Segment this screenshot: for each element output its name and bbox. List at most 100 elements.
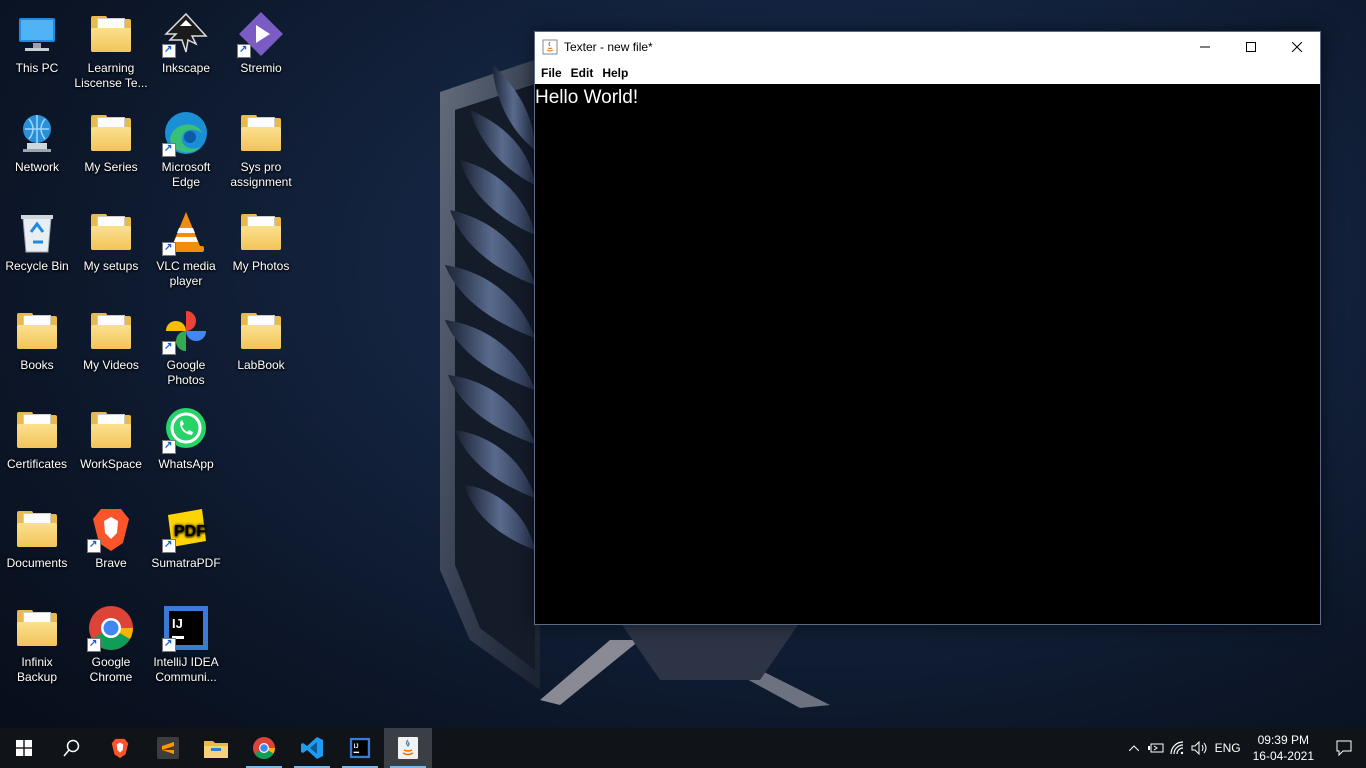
start-icon (16, 740, 32, 756)
svg-text:IJ: IJ (354, 744, 359, 750)
editor-content[interactable]: Hello World! (535, 84, 1320, 109)
sumatrapdf-icon: PDF (162, 505, 210, 553)
desktop-icon-microsoft-edge[interactable]: Microsoft Edge (149, 103, 223, 197)
menu-edit[interactable]: Edit (567, 66, 599, 80)
texter-window[interactable]: Texter - new file* File Edit Help Hello … (534, 31, 1321, 625)
desktop-icon-recycle-bin[interactable]: Recycle Bin (0, 202, 74, 296)
shortcut-arrow-icon (162, 141, 176, 157)
folder-icon (87, 109, 135, 157)
desktop-icon-my-photos[interactable]: My Photos (224, 202, 298, 296)
chrome-icon (253, 737, 275, 759)
start-button[interactable] (0, 728, 48, 768)
menu-bar: File Edit Help (535, 61, 1320, 84)
desktop-icon-label: Google Photos (166, 358, 206, 387)
window-controls (1182, 32, 1320, 61)
taskbar-vscode[interactable] (288, 728, 336, 768)
taskbar-brave[interactable] (96, 728, 144, 768)
desktop-icon-label: WhatsApp (158, 457, 214, 471)
taskbar: IJ ENG 09:39 PM 16-04-2021 (0, 728, 1366, 768)
desktop-icon-network[interactable]: Network (0, 103, 74, 197)
desktop-icon-label: Microsoft Edge (161, 160, 211, 189)
desktop-icon-this-pc[interactable]: This PC (0, 4, 74, 98)
vlc-icon (162, 208, 210, 256)
desktop-icon-label: Documents (6, 556, 68, 570)
desktop-icon-vlc[interactable]: VLC media player (149, 202, 223, 296)
edge-icon (162, 109, 210, 157)
desktop-icon-sumatrapdf[interactable]: PDF SumatraPDF (149, 499, 223, 593)
desktop-icon-label: Inkscape (161, 61, 211, 75)
show-hidden-icons-button[interactable] (1123, 728, 1145, 768)
language-indicator[interactable]: ENG (1211, 728, 1245, 768)
taskbar-intellij[interactable]: IJ (336, 728, 384, 768)
folder-icon (87, 208, 135, 256)
desktop-icon-documents[interactable]: Documents (0, 499, 74, 593)
desktop-icon-label: Sys pro assignment (230, 160, 292, 189)
text-editor-area[interactable]: Hello World! (535, 84, 1320, 624)
notification-icon (1336, 740, 1352, 756)
shortcut-arrow-icon (87, 537, 101, 553)
sublime-text-icon (157, 737, 179, 759)
desktop-icon-learning-liscense[interactable]: Learning Liscense Te... (74, 4, 148, 98)
folder-icon (13, 604, 61, 652)
desktop-icon-label: VLC media player (156, 259, 216, 288)
desktop-icon-inkscape[interactable]: Inkscape (149, 4, 223, 98)
desktop-icon-label: Google Chrome (89, 655, 133, 684)
shortcut-arrow-icon (162, 240, 176, 256)
close-button[interactable] (1274, 32, 1320, 61)
folder-icon (237, 208, 285, 256)
taskbar-chrome[interactable] (240, 728, 288, 768)
java-icon (398, 737, 418, 759)
desktop-icon-label: Certificates (6, 457, 68, 471)
desktop-icon-labbook[interactable]: LabBook (224, 301, 298, 395)
desktop-icon-label: SumatraPDF (151, 556, 221, 570)
wifi-icon (1170, 741, 1183, 755)
search-button[interactable] (48, 728, 96, 768)
desktop-icon-sys-pro-assignment[interactable]: Sys pro assignment (224, 103, 298, 197)
desktop-icon-label: My Videos (83, 358, 139, 372)
desktop-icon-label: Learning Liscense Te... (74, 61, 148, 90)
desktop-icon-google-photos[interactable]: Google Photos (149, 301, 223, 395)
desktop-icon-whatsapp[interactable]: WhatsApp (149, 400, 223, 494)
desktop-icon-my-setups[interactable]: My setups (74, 202, 148, 296)
battery-button[interactable] (1145, 728, 1167, 768)
java-app-icon (542, 39, 558, 55)
action-center-button[interactable] (1322, 728, 1366, 768)
wifi-button[interactable] (1167, 728, 1189, 768)
desktop-icon-my-videos[interactable]: My Videos (74, 301, 148, 395)
chrome-icon (87, 604, 135, 652)
volume-button[interactable] (1189, 728, 1211, 768)
menu-help[interactable]: Help (598, 66, 633, 80)
clock[interactable]: 09:39 PM 16-04-2021 (1245, 732, 1322, 764)
desktop-icon-my-series[interactable]: My Series (74, 103, 148, 197)
desktop-icon-label: Books (20, 358, 54, 372)
desktop-icon-label: Network (14, 160, 59, 174)
desktop-icon-label: My Series (84, 160, 138, 174)
google-photos-icon (162, 307, 210, 355)
desktop-icon-google-chrome[interactable]: Google Chrome (74, 598, 148, 692)
intellij-icon: IJ (349, 737, 371, 759)
minimize-button[interactable] (1182, 32, 1228, 61)
taskbar-file-explorer[interactable] (192, 728, 240, 768)
folder-icon (87, 10, 135, 58)
desktop-icon-brave[interactable]: Brave (74, 499, 148, 593)
desktop-icon-certificates[interactable]: Certificates (0, 400, 74, 494)
chevron-up-icon (1128, 745, 1139, 751)
desktop-icon-intellij[interactable]: IJ IntelliJ IDEA Communi... (149, 598, 223, 692)
desktop-icon-infinix-backup[interactable]: Infinix Backup (0, 598, 74, 692)
desktop-icon-label: Stremio (240, 61, 282, 75)
taskbar-java-texter[interactable] (384, 728, 432, 768)
shortcut-arrow-icon (162, 42, 176, 58)
taskbar-sublime-text[interactable] (144, 728, 192, 768)
desktop-icon-books[interactable]: Books (0, 301, 74, 395)
title-bar[interactable]: Texter - new file* (535, 32, 1320, 61)
folder-icon (13, 406, 61, 454)
desktop-icon-workspace[interactable]: WorkSpace (74, 400, 148, 494)
desktop-icon-stremio[interactable]: Stremio (224, 4, 298, 98)
shortcut-arrow-icon (162, 537, 176, 553)
desktop-icon-label: LabBook (237, 358, 285, 372)
inkscape-icon (162, 10, 210, 58)
folder-icon (13, 505, 61, 553)
brave-icon (87, 505, 135, 553)
maximize-button[interactable] (1228, 32, 1274, 61)
menu-file[interactable]: File (537, 66, 567, 80)
